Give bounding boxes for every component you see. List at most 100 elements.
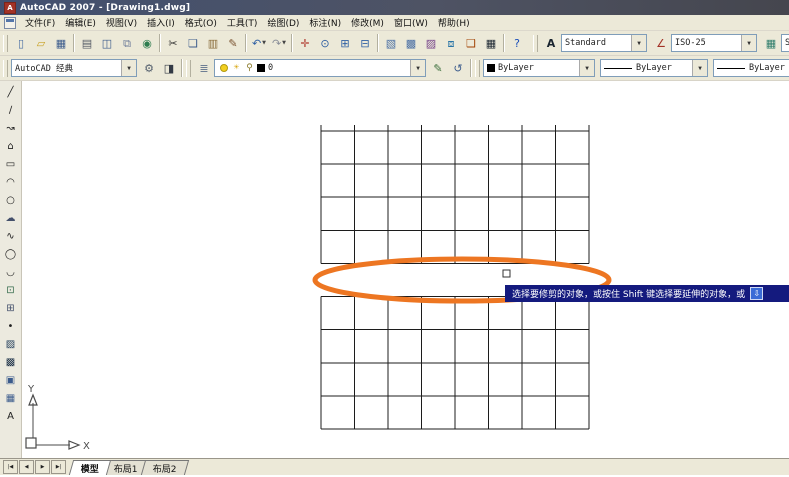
chevron-down-icon[interactable]: ▼ [631, 35, 646, 51]
chevron-down-icon[interactable]: ▼ [741, 35, 756, 51]
tool-palettes-icon[interactable]: ▨ [421, 33, 441, 53]
make-object-layer-current-icon[interactable]: ✎ [428, 58, 448, 78]
table-style-combo[interactable]: Standard ▼ [781, 34, 789, 52]
layer-on-bulb-icon[interactable] [218, 63, 229, 74]
spline-icon[interactable]: ∿ [1, 227, 21, 245]
ellipse-arc-icon[interactable]: ◡ [1, 263, 21, 281]
lineweight-control-combo[interactable]: ByLayer ▼ [713, 59, 789, 77]
markup-set-manager-icon[interactable]: ❑ [461, 33, 481, 53]
menu-item[interactable]: 窗口(W) [389, 15, 433, 30]
construction-line-icon[interactable]: ∕ [1, 101, 21, 119]
linetype-control-combo[interactable]: ByLayer ▼ [600, 59, 708, 77]
menu-item[interactable]: 编辑(E) [60, 15, 101, 30]
text-style-icon[interactable]: A [541, 33, 561, 53]
open-icon[interactable]: ▱ [31, 33, 51, 53]
menu-item[interactable]: 插入(I) [142, 15, 180, 30]
line-icon[interactable]: ╱ [1, 83, 21, 101]
redo-icon[interactable]: ↷▼ [269, 33, 289, 53]
app-icon[interactable]: A [4, 2, 16, 14]
text-style-combo[interactable]: Standard ▼ [561, 34, 647, 52]
multiline-text-icon[interactable]: A [1, 407, 21, 425]
zoom-window-icon[interactable]: ⊞ [335, 33, 355, 53]
plot-icon[interactable]: ▤ [77, 33, 97, 53]
publish-icon[interactable]: ⧉ [117, 33, 137, 53]
my-workspace-icon[interactable]: ◨ [159, 58, 179, 78]
hatch-icon[interactable]: ▨ [1, 335, 21, 353]
menu-item[interactable]: 帮助(H) [433, 15, 475, 30]
ellipse-icon[interactable]: ◯ [1, 245, 21, 263]
chevron-down-icon[interactable]: ▼ [579, 60, 594, 76]
rectangle-icon[interactable]: ▭ [1, 155, 21, 173]
pan-icon[interactable]: ✛ [295, 33, 315, 53]
toolbar-grip[interactable] [3, 35, 8, 52]
ellipse-arc-glyph: ◡ [6, 267, 15, 278]
3d-dwf-icon[interactable]: ◉ [137, 33, 157, 53]
insert-block-icon[interactable]: ⊡ [1, 281, 21, 299]
point-icon[interactable]: • [1, 317, 21, 335]
polygon-icon[interactable]: ⌂ [1, 137, 21, 155]
help-icon[interactable]: ? [507, 33, 527, 53]
workspace-settings-icon[interactable]: ⚙ [139, 58, 159, 78]
undo-icon[interactable]: ↶▼ [249, 33, 269, 53]
zoom-realtime-icon[interactable]: ⊙ [315, 33, 335, 53]
cut-icon[interactable]: ✂ [163, 33, 183, 53]
plot-preview-icon[interactable]: ◫ [97, 33, 117, 53]
chevron-down-icon[interactable]: ▼ [282, 40, 286, 46]
toolbar-grip[interactable] [533, 35, 538, 52]
first-tab-button[interactable]: |◀ [3, 460, 18, 474]
menu-item[interactable]: 格式(O) [180, 15, 222, 30]
toolbar-grip[interactable] [186, 60, 191, 77]
polyline-icon[interactable]: ↝ [1, 119, 21, 137]
menu-item[interactable]: 修改(M) [346, 15, 389, 30]
menu-item[interactable]: 绘图(D) [262, 15, 304, 30]
region-icon[interactable]: ▣ [1, 371, 21, 389]
region-glyph: ▣ [6, 375, 15, 386]
menu-item[interactable]: 标注(N) [304, 15, 346, 30]
dim-style-combo[interactable]: ISO-25 ▼ [671, 34, 757, 52]
layer-previous-icon[interactable]: ↺ [448, 58, 468, 78]
layer-freeze-sun-icon[interactable]: ☀ [231, 63, 242, 74]
prev-tab-button[interactable]: ◀ [19, 460, 34, 474]
paste-icon[interactable]: ▥ [203, 33, 223, 53]
drawing-window-icon[interactable] [4, 17, 16, 29]
zoom-previous-icon[interactable]: ⊟ [355, 33, 375, 53]
workspace-combo[interactable]: AutoCAD 经典 ▼ [11, 59, 137, 77]
chevron-down-icon[interactable]: ▼ [410, 60, 425, 76]
designcenter-icon[interactable]: ▩ [401, 33, 421, 53]
properties-icon[interactable]: ▧ [381, 33, 401, 53]
menu-item[interactable]: 工具(T) [222, 15, 263, 30]
pickbox-cursor [503, 270, 510, 277]
layer-properties-manager-icon[interactable]: ≣ [194, 58, 214, 78]
toolbar-grip[interactable] [475, 60, 480, 77]
toolbar-grip[interactable] [3, 60, 8, 77]
save-icon[interactable]: ▦ [51, 33, 71, 53]
color-control-combo[interactable]: ByLayer ▼ [483, 59, 595, 77]
gradient-icon[interactable]: ▩ [1, 353, 21, 371]
save-glyph: ▦ [56, 38, 66, 49]
next-tab-button[interactable]: ▶ [35, 460, 50, 474]
sheetset-manager-icon[interactable]: ⧈ [441, 33, 461, 53]
chevron-down-icon[interactable]: ▼ [692, 60, 707, 76]
copy-icon[interactable]: ❏ [183, 33, 203, 53]
table-style-icon[interactable]: ▦ [761, 33, 781, 53]
layer-lock-icon[interactable]: ⚲ [244, 63, 255, 74]
quickcalc-icon[interactable]: ▦ [481, 33, 501, 53]
help-glyph: ? [514, 38, 520, 49]
dim-style-icon[interactable]: ∠ [651, 33, 671, 53]
chevron-down-icon[interactable]: ▼ [121, 60, 136, 76]
make-block-icon[interactable]: ⊞ [1, 299, 21, 317]
last-tab-button[interactable]: ▶| [51, 460, 66, 474]
linetype-sample-line [604, 68, 632, 69]
revision-cloud-icon[interactable]: ☁ [1, 209, 21, 227]
menu-item[interactable]: 文件(F) [20, 15, 60, 30]
menu-item[interactable]: 视图(V) [101, 15, 142, 30]
table-icon[interactable]: ▦ [1, 389, 21, 407]
layer-combo[interactable]: ☀ ⚲ 0 ▼ [214, 59, 426, 77]
match-properties-icon[interactable]: ✎ [223, 33, 243, 53]
drawing-canvas[interactable]: YX 选择要修剪的对象，或按住 Shift 键选择要延伸的对象，或 ⇩ [22, 81, 789, 458]
layer-color-swatch[interactable] [257, 64, 265, 72]
qnew-icon[interactable]: ▯ [11, 33, 31, 53]
chevron-down-icon[interactable]: ▼ [262, 40, 266, 46]
circle-icon[interactable]: ○ [1, 191, 21, 209]
arc-icon[interactable]: ◠ [1, 173, 21, 191]
